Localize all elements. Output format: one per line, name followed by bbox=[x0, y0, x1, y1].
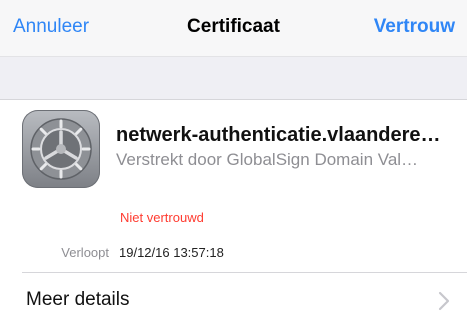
section-spacer bbox=[0, 56, 467, 100]
trust-button[interactable]: Vertrouw bbox=[374, 16, 455, 38]
more-details-row[interactable]: Meer details bbox=[0, 273, 467, 328]
certificate-name: netwerk-authenticatie.vlaandere… bbox=[116, 124, 441, 146]
certificate-issuer: Verstrekt door GlobalSign Domain Val… bbox=[116, 150, 419, 169]
trust-status: Niet vertrouwd bbox=[120, 210, 204, 225]
settings-gear-icon bbox=[22, 110, 100, 188]
expiry-value: 19/12/16 13:57:18 bbox=[119, 245, 224, 260]
navigation-bar: Annuleer Certificaat Vertrouw bbox=[0, 0, 467, 56]
more-details-label: Meer details bbox=[26, 289, 130, 310]
expiry-label: Verloopt bbox=[61, 245, 109, 260]
chevron-right-icon bbox=[438, 291, 450, 311]
